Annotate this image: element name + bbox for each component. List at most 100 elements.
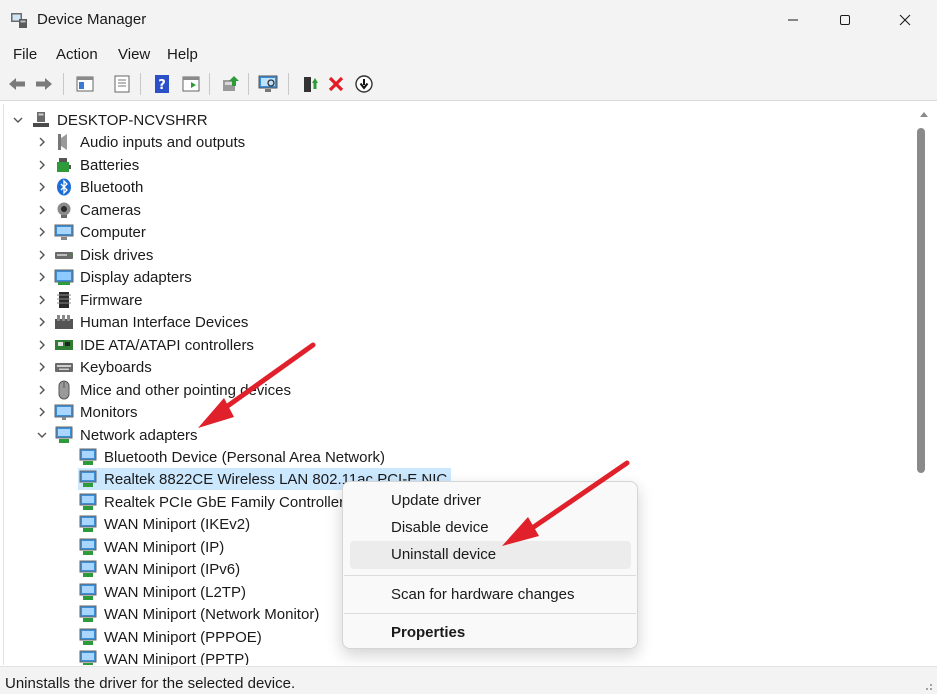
tree-root[interactable]: DESKTOP-NCVSHRR xyxy=(31,109,208,131)
network-device-item[interactable]: WAN Miniport (IPv6) xyxy=(78,558,240,580)
network-adapter-icon xyxy=(54,425,74,445)
scroll-up-icon xyxy=(920,112,928,117)
category-ide[interactable]: IDE ATA/ATAPI controllers xyxy=(54,334,254,356)
show-hide-tree-button[interactable] xyxy=(73,72,97,96)
category-hid[interactable]: Human Interface Devices xyxy=(54,311,248,333)
menu-view[interactable]: View xyxy=(118,46,150,63)
add-driver-icon xyxy=(304,77,318,92)
add-driver-button[interactable] xyxy=(298,72,322,96)
expand-chevron[interactable] xyxy=(36,204,48,216)
category-network-adapters[interactable]: Network adapters xyxy=(54,424,198,446)
svg-text:?: ? xyxy=(158,78,166,93)
maximize-button[interactable] xyxy=(819,0,871,40)
network-adapter-icon xyxy=(78,604,98,624)
chevron-right-icon xyxy=(39,272,45,282)
close-button[interactable] xyxy=(879,0,931,40)
window-title: Device Manager xyxy=(37,11,147,28)
keyboard-icon xyxy=(54,357,74,377)
hid-icon xyxy=(54,312,74,332)
category-label: Mice and other pointing devices xyxy=(80,381,291,399)
menu-help[interactable]: Help xyxy=(167,46,198,63)
category-label: Audio inputs and outputs xyxy=(80,133,246,151)
title-bar: Device Manager xyxy=(0,0,937,40)
scrollbar-thumb[interactable] xyxy=(917,128,925,473)
device-label: Realtek PCIe GbE Family Controller xyxy=(104,493,345,511)
disable-button[interactable] xyxy=(352,72,376,96)
category-monitors[interactable]: Monitors xyxy=(54,401,138,423)
expand-chevron[interactable] xyxy=(36,249,48,261)
action-pane-icon xyxy=(182,76,200,92)
expand-chevron[interactable] xyxy=(36,406,48,418)
category-mice[interactable]: Mice and other pointing devices xyxy=(54,379,291,401)
menu-separator xyxy=(344,575,636,576)
category-batteries[interactable]: Batteries xyxy=(54,154,139,176)
chevron-right-icon xyxy=(39,227,45,237)
network-device-item[interactable]: WAN Miniport (PPTP) xyxy=(78,648,249,665)
chevron-right-icon xyxy=(39,160,45,170)
disable-device-menu-item[interactable]: Disable device xyxy=(391,519,489,536)
help-button[interactable]: ? xyxy=(150,72,174,96)
category-label: Cameras xyxy=(80,201,141,219)
network-adapter-icon xyxy=(78,492,98,512)
category-firmware[interactable]: Firmware xyxy=(54,289,143,311)
category-cameras[interactable]: Cameras xyxy=(54,199,141,221)
expand-chevron[interactable] xyxy=(36,271,48,283)
chevron-right-icon xyxy=(39,295,45,305)
network-adapter-icon xyxy=(78,649,98,665)
category-keyboards[interactable]: Keyboards xyxy=(54,356,152,378)
expand-chevron[interactable] xyxy=(36,384,48,396)
chevron-right-icon xyxy=(39,340,45,350)
category-audio[interactable]: Audio inputs and outputs xyxy=(54,131,245,153)
network-device-item[interactable]: WAN Miniport (PPPOE) xyxy=(78,626,262,648)
properties-icon xyxy=(114,75,130,93)
expand-chevron[interactable] xyxy=(36,181,48,193)
expand-root-chevron[interactable] xyxy=(12,114,24,126)
network-device-item[interactable]: WAN Miniport (IKEv2) xyxy=(78,513,250,535)
category-bluetooth[interactable]: Bluetooth xyxy=(54,176,143,198)
network-device-item[interactable]: WAN Miniport (IP) xyxy=(78,536,224,558)
expand-chevron[interactable] xyxy=(36,361,48,373)
menu-action[interactable]: Action xyxy=(56,46,98,63)
disk-drive-icon xyxy=(54,245,74,265)
chevron-right-icon xyxy=(39,205,45,215)
network-adapter-icon xyxy=(78,447,98,467)
network-device-item[interactable]: WAN Miniport (L2TP) xyxy=(78,581,246,603)
menu-file[interactable]: File xyxy=(13,46,37,63)
camera-icon xyxy=(54,200,74,220)
forward-button[interactable] xyxy=(32,72,56,96)
computer-root-icon xyxy=(31,110,51,130)
update-driver-menu-item[interactable]: Update driver xyxy=(391,492,481,509)
chevron-right-icon xyxy=(39,385,45,395)
back-button[interactable] xyxy=(5,72,29,96)
network-device-item[interactable]: Realtek PCIe GbE Family Controller xyxy=(78,491,344,513)
network-device-item[interactable]: WAN Miniport (Network Monitor) xyxy=(78,603,319,625)
expand-chevron[interactable] xyxy=(36,316,48,328)
scan-hardware-menu-item[interactable]: Scan for hardware changes xyxy=(391,586,574,603)
expand-chevron[interactable] xyxy=(36,159,48,171)
action-pane-button[interactable] xyxy=(179,72,203,96)
expand-chevron[interactable] xyxy=(36,226,48,238)
properties-button[interactable] xyxy=(110,72,134,96)
properties-menu-item[interactable]: Properties xyxy=(391,624,465,641)
minimize-button[interactable] xyxy=(767,0,819,40)
resize-grip-icon[interactable] xyxy=(921,679,933,691)
category-label: Bluetooth xyxy=(80,178,144,196)
scan-hardware-button[interactable] xyxy=(256,72,280,96)
chevron-down-icon xyxy=(13,117,23,123)
network-device-item[interactable]: Bluetooth Device (Personal Area Network) xyxy=(78,446,385,468)
network-adapter-icon xyxy=(78,537,98,557)
uninstall-button[interactable] xyxy=(324,72,348,96)
category-display-adapters[interactable]: Display adapters xyxy=(54,266,192,288)
collapse-chevron[interactable] xyxy=(36,429,48,441)
uninstall-device-menu-item[interactable]: Uninstall device xyxy=(391,546,496,563)
chevron-right-icon xyxy=(39,182,45,192)
expand-chevron[interactable] xyxy=(36,339,48,351)
update-driver-button[interactable] xyxy=(218,72,242,96)
menu-bar: File Action View Help xyxy=(0,40,937,68)
minimize-icon xyxy=(788,19,798,21)
expand-chevron[interactable] xyxy=(36,136,48,148)
category-disk-drives[interactable]: Disk drives xyxy=(54,244,153,266)
expand-chevron[interactable] xyxy=(36,294,48,306)
category-computer[interactable]: Computer xyxy=(54,221,146,243)
network-adapter-icon xyxy=(78,514,98,534)
